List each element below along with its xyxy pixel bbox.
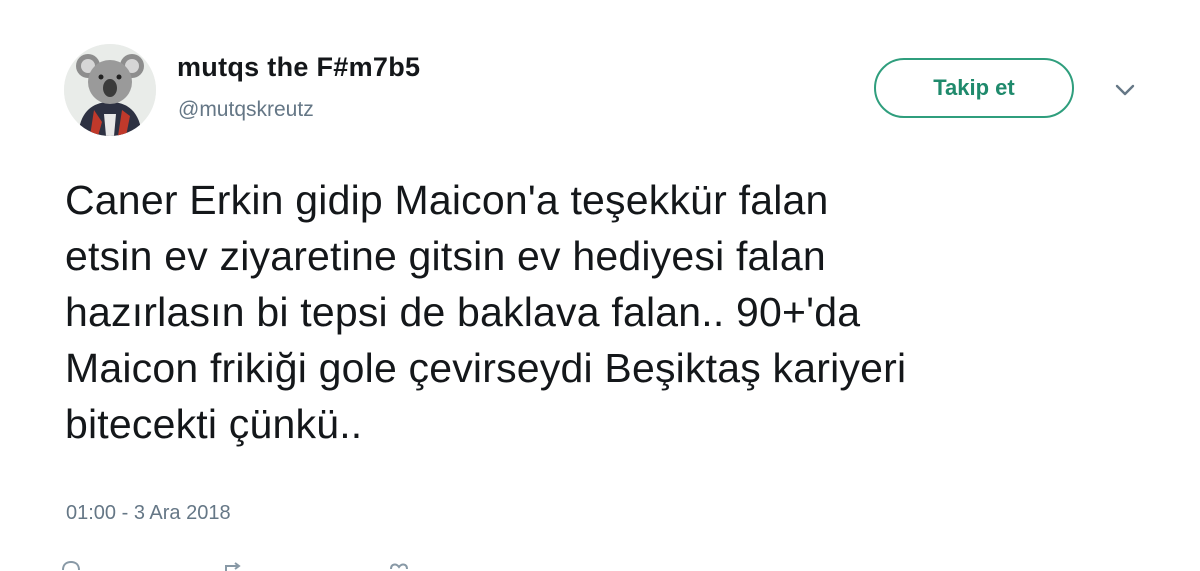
tweet-text-line: Maicon frikiği gole çevirseydi Beşiktaş …	[65, 345, 907, 391]
display-name[interactable]: mutqs the F#m7b5	[177, 52, 420, 83]
user-handle[interactable]: @mutqskreutz	[178, 98, 314, 122]
reply-icon[interactable]	[60, 560, 82, 571]
like-icon[interactable]	[388, 560, 410, 571]
follow-button[interactable]: Takip et	[874, 58, 1074, 118]
retweet-icon[interactable]	[222, 560, 244, 571]
tweet-text: Caner Erkin gidip Maicon'a teşekkür fala…	[65, 172, 1165, 452]
avatar[interactable]	[64, 44, 156, 136]
tweet-text-line: bitecekti çünkü..	[65, 401, 363, 447]
tweet-text-line: Caner Erkin gidip Maicon'a teşekkür fala…	[65, 177, 829, 223]
tweet-text-line: etsin ev ziyaretine gitsin ev hediyesi f…	[65, 233, 826, 279]
koala-avatar-icon	[64, 44, 156, 136]
tweet-text-line: hazırlasın bi tepsi de baklava falan.. 9…	[65, 289, 861, 335]
tweet-timestamp[interactable]: 01:00 - 3 Ara 2018	[66, 502, 231, 525]
tweet-card: mutqs the F#m7b5 @mutqskreutz Takip et C…	[0, 0, 1200, 571]
chevron-down-icon[interactable]	[1113, 80, 1137, 100]
tweet-actions	[60, 560, 660, 571]
